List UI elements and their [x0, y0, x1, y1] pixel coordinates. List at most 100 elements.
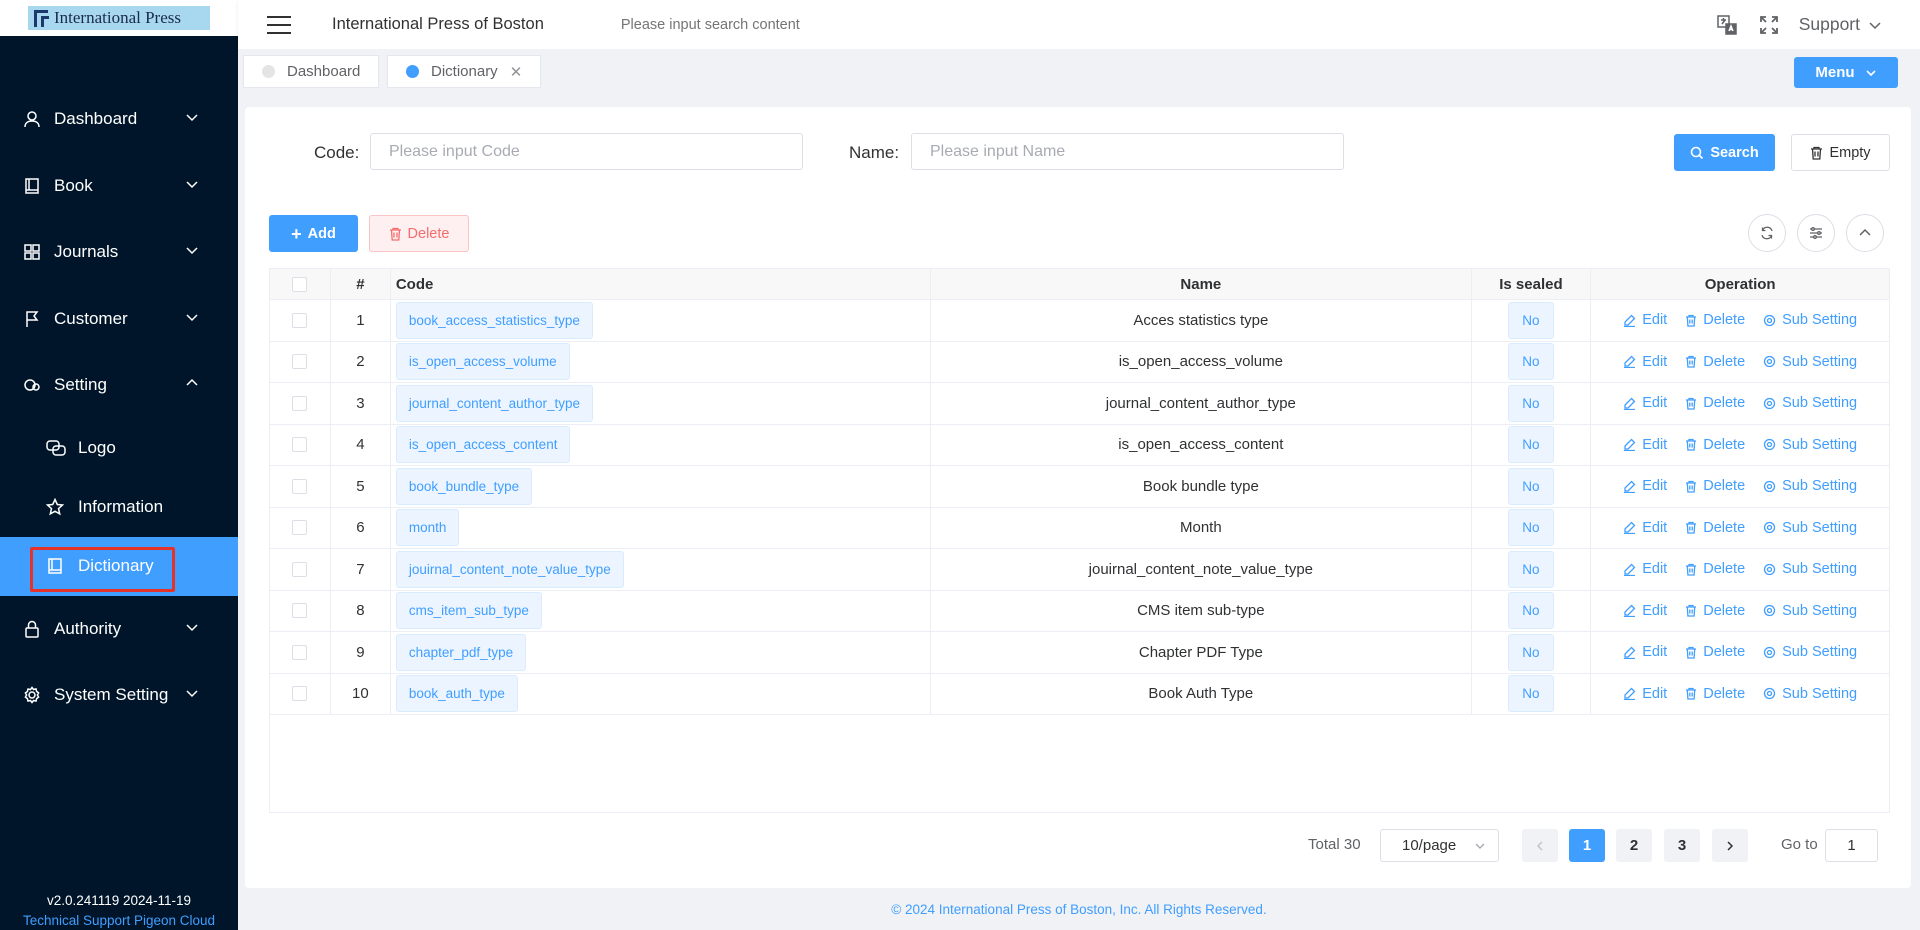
delete-link[interactable]: Delete: [1685, 644, 1745, 660]
row-name: Month: [931, 507, 1472, 548]
row-checkbox[interactable]: [292, 478, 308, 494]
sub-setting-link[interactable]: Sub Setting: [1763, 478, 1857, 494]
delete-link[interactable]: Delete: [1685, 437, 1745, 453]
fullscreen-icon[interactable]: [1757, 13, 1781, 37]
chevron-down-icon: [186, 690, 198, 698]
tech-support-link[interactable]: Technical Support Pigeon Cloud: [0, 913, 238, 928]
sidebar-item-journals[interactable]: Journals: [0, 219, 238, 286]
edit-link[interactable]: Edit: [1623, 686, 1667, 702]
edit-label: Edit: [1642, 519, 1668, 536]
delete-link[interactable]: Delete: [1685, 520, 1745, 536]
edit-link[interactable]: Edit: [1623, 312, 1667, 328]
sidebar-item-book[interactable]: Book: [0, 153, 238, 220]
collapse-button[interactable]: [1846, 214, 1884, 252]
column-settings-button[interactable]: [1797, 214, 1835, 252]
row-checkbox[interactable]: [292, 561, 308, 577]
sidebar-item-system-setting[interactable]: System Setting: [0, 662, 238, 729]
delete-link[interactable]: Delete: [1685, 561, 1745, 577]
row-checkbox[interactable]: [292, 437, 308, 453]
row-checkbox[interactable]: [292, 644, 308, 660]
row-checkbox[interactable]: [292, 395, 308, 411]
menu-button[interactable]: Menu: [1794, 57, 1898, 88]
tab-dashboard[interactable]: Dashboard: [243, 55, 380, 88]
page-button-3[interactable]: 3: [1664, 829, 1700, 862]
page-size-select[interactable]: 10/page: [1380, 829, 1499, 862]
edit-label: Edit: [1642, 395, 1668, 412]
delete-link[interactable]: Delete: [1685, 603, 1745, 619]
row-name: Chapter PDF Type: [931, 632, 1472, 673]
sub-setting-link[interactable]: Sub Setting: [1763, 520, 1857, 536]
header-search-input[interactable]: [620, 16, 921, 33]
code-tag: jouirnal_content_note_value_type: [395, 550, 624, 588]
search-button[interactable]: Search: [1674, 134, 1775, 171]
chevron-down-icon: [1475, 843, 1485, 849]
sidebar-menu: Dashboard Book Journals Customer Setting…: [0, 86, 238, 729]
sidebar-subitem-logo[interactable]: Logo: [0, 419, 238, 478]
highlight-box: [30, 546, 175, 592]
logo[interactable]: International Press: [0, 0, 238, 36]
sub-setting-link[interactable]: Sub Setting: [1763, 312, 1857, 328]
edit-link[interactable]: Edit: [1623, 395, 1667, 411]
row-checkbox[interactable]: [292, 520, 308, 536]
gear-icon: [1763, 480, 1776, 492]
tab-label: Dictionary: [431, 63, 498, 80]
code-tag: journal_content_author_type: [395, 384, 593, 422]
sub-setting-link[interactable]: Sub Setting: [1763, 437, 1857, 453]
goto-page-input[interactable]: [1825, 829, 1878, 862]
edit-link[interactable]: Edit: [1623, 603, 1667, 619]
delete-link[interactable]: Delete: [1685, 312, 1745, 328]
col-header-operation: Operation: [1704, 275, 1776, 293]
sidebar-item-authority[interactable]: Authority: [0, 596, 238, 663]
sub-setting-link[interactable]: Sub Setting: [1763, 686, 1857, 702]
chevron-right-icon: [1727, 840, 1734, 851]
delete-link[interactable]: Delete: [1685, 395, 1745, 411]
lock-icon: [22, 619, 42, 639]
sub-setting-link[interactable]: Sub Setting: [1763, 644, 1857, 660]
sub-setting-link[interactable]: Sub Setting: [1763, 561, 1857, 577]
translate-icon[interactable]: [1715, 13, 1739, 37]
name-input[interactable]: [911, 133, 1344, 170]
row-checkbox[interactable]: [292, 686, 308, 702]
edit-link[interactable]: Edit: [1623, 520, 1667, 536]
delete-link[interactable]: Delete: [1685, 354, 1745, 370]
edit-link[interactable]: Edit: [1623, 561, 1667, 577]
sub-setting-label: Sub Setting: [1782, 478, 1858, 495]
sidebar-item-dashboard[interactable]: Dashboard: [0, 86, 238, 153]
sub-setting-link[interactable]: Sub Setting: [1763, 354, 1857, 370]
sub-setting-link[interactable]: Sub Setting: [1763, 395, 1857, 411]
edit-link[interactable]: Edit: [1623, 437, 1667, 453]
sealed-tag: No: [1507, 509, 1554, 547]
add-button[interactable]: + Add: [269, 215, 358, 252]
row-checkbox[interactable]: [292, 312, 308, 328]
edit-link[interactable]: Edit: [1623, 644, 1667, 660]
sidebar-item-setting[interactable]: Setting: [0, 352, 238, 419]
sub-setting-link[interactable]: Sub Setting: [1763, 603, 1857, 619]
tab-dictionary[interactable]: Dictionary ✕: [387, 55, 542, 88]
page-button-2[interactable]: 2: [1616, 829, 1652, 862]
code-input[interactable]: [370, 133, 803, 170]
support-dropdown[interactable]: Support: [1799, 14, 1882, 35]
gear-icon: [1763, 646, 1776, 658]
sidebar-subitem-information[interactable]: Information: [0, 478, 238, 537]
next-page-button[interactable]: [1712, 829, 1748, 862]
sidebar-item-customer[interactable]: Customer: [0, 286, 238, 353]
edit-link[interactable]: Edit: [1623, 478, 1667, 494]
delete-button[interactable]: Delete: [369, 215, 469, 252]
edit-icon: [1624, 646, 1636, 659]
tab-label: Dashboard: [287, 63, 361, 80]
table-row: 6 month Month No Edit Delete Sub Setting: [270, 507, 1889, 549]
empty-button[interactable]: Empty: [1791, 134, 1890, 171]
refresh-button[interactable]: [1748, 214, 1786, 252]
delete-link[interactable]: Delete: [1685, 478, 1745, 494]
hamburger-icon[interactable]: [267, 15, 291, 34]
sidebar-subitem-dictionary[interactable]: Dictionary: [0, 536, 238, 596]
table-body: 1 book_access_statistics_type Acces statis…: [270, 300, 1889, 715]
page-button-1[interactable]: 1: [1569, 829, 1605, 862]
row-checkbox[interactable]: [292, 603, 308, 619]
prev-page-button[interactable]: [1522, 829, 1558, 862]
delete-link[interactable]: Delete: [1685, 686, 1745, 702]
close-icon[interactable]: ✕: [510, 63, 523, 81]
row-checkbox[interactable]: [292, 354, 308, 370]
select-all-checkbox[interactable]: [292, 276, 308, 292]
edit-link[interactable]: Edit: [1623, 354, 1667, 370]
